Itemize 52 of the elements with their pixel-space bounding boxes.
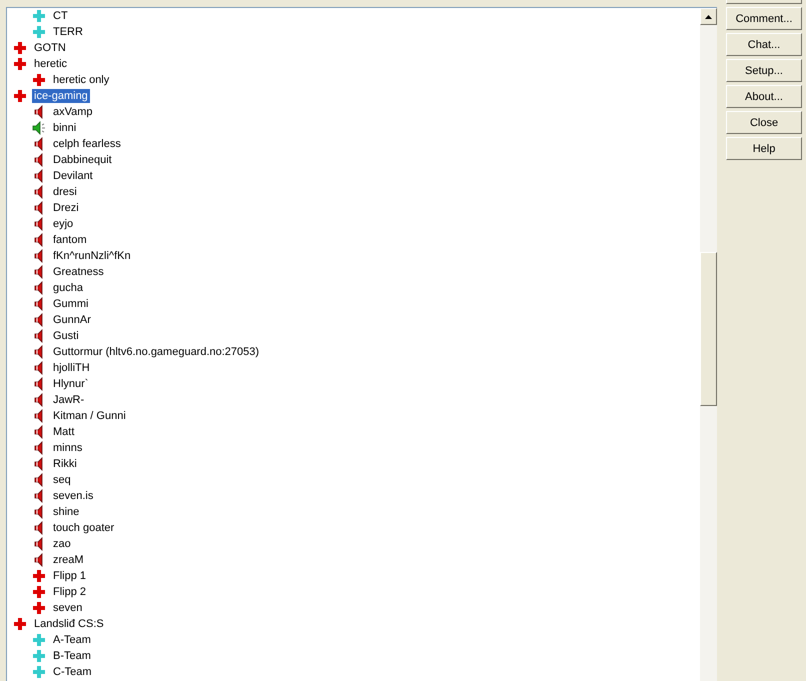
tree-item[interactable]: fKn^runNzli^fKn [51, 249, 133, 263]
tree-item[interactable]: C-Team [51, 665, 94, 679]
dialog-button[interactable]: Comment... [726, 7, 802, 30]
scroll-thumb[interactable] [700, 252, 717, 406]
dialog-button[interactable]: Setup... [726, 59, 802, 82]
dialog-button[interactable]: Help [726, 137, 802, 160]
tree-item[interactable]: seven [51, 601, 84, 615]
tree-item[interactable]: hjolliTH [51, 361, 92, 375]
tree-item[interactable]: zao [51, 537, 73, 551]
tree-item[interactable]: axVamp [51, 105, 95, 119]
tree-item[interactable]: seven.is [51, 489, 96, 503]
tree-item[interactable]: touch goater [51, 521, 116, 535]
tree-item[interactable]: binni [51, 121, 78, 135]
tree-item[interactable]: zreaM [51, 553, 86, 567]
tree-item[interactable]: A-Team [51, 633, 93, 647]
up-arrow-icon [705, 14, 712, 18]
tree-item[interactable]: eyjo [51, 217, 76, 231]
tree-item[interactable]: Matt [51, 425, 76, 439]
tree-item[interactable]: heretic only [51, 73, 112, 87]
tree-item[interactable]: minns [51, 441, 84, 455]
tree-item[interactable]: Drezi [51, 201, 81, 215]
tree-item[interactable]: Guttormur (hltv6.no.gameguard.no:27053) [51, 345, 262, 359]
tree-item[interactable]: TERR [51, 25, 85, 39]
tree-item[interactable]: heretic [32, 57, 70, 71]
dialog-button[interactable]: About... [726, 85, 802, 108]
tree-item[interactable]: Flipp 1 [51, 569, 88, 583]
tree-item[interactable]: Gummi [51, 297, 90, 311]
scrollbar[interactable] [700, 8, 717, 681]
tree-item[interactable]: gucha [51, 281, 85, 295]
tree-item[interactable]: CT [51, 9, 70, 23]
tree-item[interactable]: JawR- [51, 393, 86, 407]
dialog-button[interactable]: Chat... [726, 33, 802, 56]
tree-item[interactable]: Landsliđ CS:S [32, 617, 106, 631]
tree-item[interactable]: Kitman / Gunni [51, 409, 128, 423]
tree-item[interactable]: GunnAr [51, 313, 93, 327]
tree-item[interactable]: Flipp 2 [51, 585, 88, 599]
tree-item[interactable]: Hlynur` [51, 377, 90, 391]
tree-item[interactable]: Devilant [51, 169, 95, 183]
tree-item[interactable]: GOTN [32, 41, 68, 55]
dialog-button[interactable]: Close [726, 111, 802, 134]
tree-item[interactable]: celph fearless [51, 137, 123, 151]
tree-item[interactable]: dresi [51, 185, 79, 199]
tree-item[interactable]: shine [51, 505, 82, 519]
scroll-up-button[interactable] [700, 8, 717, 25]
tree-item[interactable]: B-Team [51, 649, 93, 663]
tree-item[interactable]: ice-gaming [32, 89, 90, 103]
tree-item[interactable]: Dabbinequit [51, 153, 114, 167]
tree-item[interactable]: Rikki [51, 457, 79, 471]
tree-item[interactable]: seq [51, 473, 73, 487]
tree-item[interactable]: Greatness [51, 265, 106, 279]
tree-item[interactable]: fantom [51, 233, 89, 247]
tree-item[interactable]: Gusti [51, 329, 81, 343]
